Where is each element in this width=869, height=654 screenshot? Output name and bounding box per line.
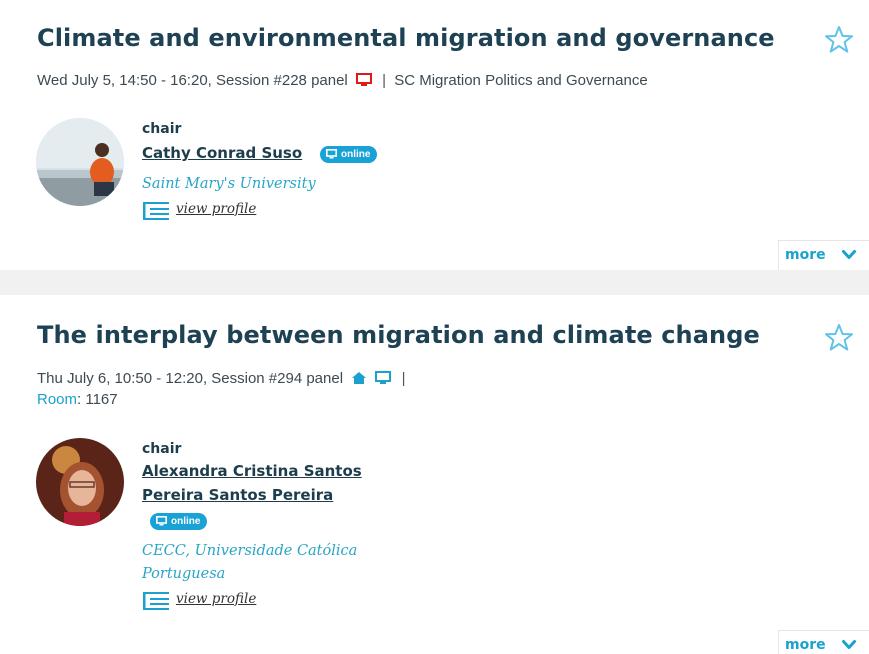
star-outline-icon[interactable] bbox=[824, 323, 854, 353]
view-profile-label[interactable]: view profile bbox=[176, 201, 256, 217]
chair-role: chair bbox=[142, 441, 182, 457]
meta-separator: | bbox=[401, 370, 406, 387]
room-label[interactable]: Room bbox=[37, 391, 77, 408]
chair-name[interactable]: Alexandra Cristina Santos bbox=[142, 459, 362, 483]
chair-photo bbox=[36, 438, 124, 526]
session-card: The interplay between migration and clim… bbox=[0, 295, 869, 654]
session-title[interactable]: The interplay between migration and clim… bbox=[37, 321, 760, 349]
more-label: more bbox=[785, 247, 826, 263]
monitor-icon bbox=[375, 371, 392, 384]
session-card: Climate and environmental migration and … bbox=[0, 0, 869, 270]
more-button[interactable]: more bbox=[778, 240, 869, 270]
session-meta: Thu July 6, 10:50 - 12:20, Session #294 … bbox=[37, 368, 409, 389]
monitor-icon bbox=[156, 516, 167, 526]
chair-photo bbox=[36, 118, 124, 206]
meta-separator: | bbox=[382, 72, 387, 89]
online-label: online bbox=[171, 516, 201, 527]
chair-role: chair bbox=[142, 121, 182, 137]
session-meta: Wed July 5, 14:50 - 16:20, Session #228 … bbox=[37, 70, 648, 91]
more-label: more bbox=[785, 637, 826, 653]
chair-affiliation: CECC, Universidade Católica bbox=[142, 543, 358, 559]
chair-affiliation: Portuguesa bbox=[142, 566, 226, 582]
chevron-down-icon bbox=[842, 250, 856, 259]
session-datetime: Wed July 5, 14:50 - 16:20, Session #228 … bbox=[37, 72, 348, 89]
online-label: online bbox=[341, 149, 371, 160]
session-datetime: Thu July 6, 10:50 - 12:20, Session #294 … bbox=[37, 370, 344, 387]
star-outline-icon[interactable] bbox=[824, 25, 854, 55]
section-divider bbox=[0, 270, 869, 295]
session-title[interactable]: Climate and environmental migration and … bbox=[37, 24, 775, 52]
view-profile-link[interactable]: view profile bbox=[142, 201, 262, 221]
chevron-down-icon bbox=[842, 640, 856, 649]
profile-card-icon bbox=[143, 202, 169, 220]
view-profile-link[interactable]: view profile bbox=[142, 591, 262, 611]
chair-name[interactable]: Pereira Santos Pereira bbox=[142, 483, 333, 507]
profile-card-icon bbox=[143, 592, 169, 610]
chair-affiliation: Saint Mary's University bbox=[142, 176, 316, 192]
more-button[interactable]: more bbox=[778, 630, 869, 654]
session-stream[interactable]: SC Migration Politics and Governance bbox=[394, 72, 647, 89]
monitor-icon bbox=[326, 149, 337, 159]
avatar[interactable] bbox=[36, 118, 124, 206]
room-value: : 1167 bbox=[77, 391, 118, 408]
chair-name[interactable]: Cathy Conrad Suso bbox=[142, 141, 302, 165]
online-badge: online bbox=[320, 146, 378, 163]
monitor-icon bbox=[355, 73, 372, 86]
view-profile-label[interactable]: view profile bbox=[176, 591, 256, 607]
session-room: Room: 1167 bbox=[37, 389, 118, 410]
house-icon bbox=[352, 372, 367, 384]
online-badge: online bbox=[150, 513, 208, 530]
avatar[interactable] bbox=[36, 438, 124, 526]
